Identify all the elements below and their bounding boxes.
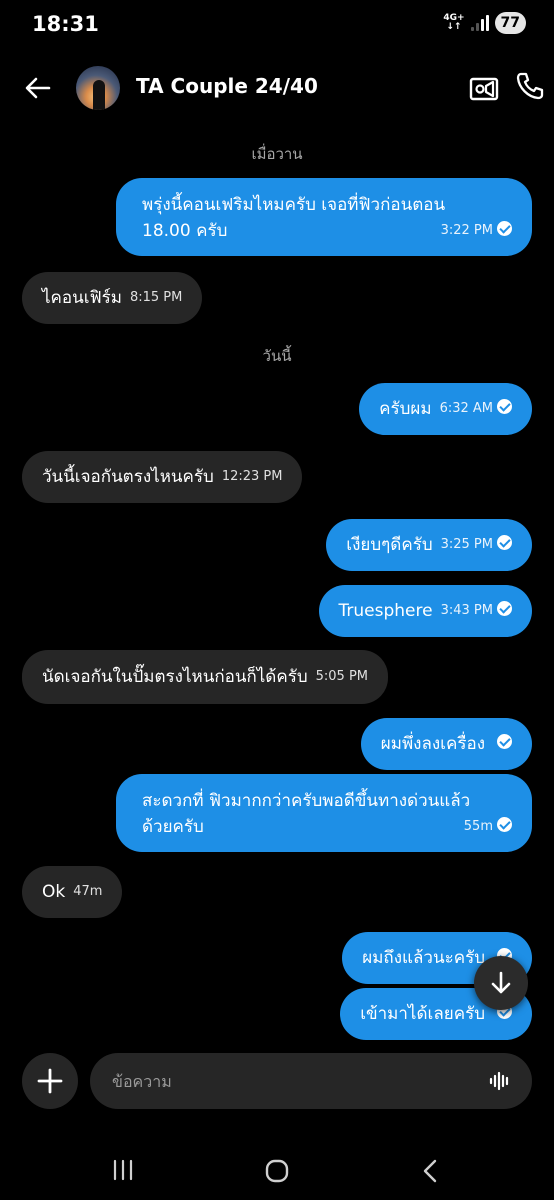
voice-waveform-icon[interactable] — [488, 1069, 512, 1093]
read-check-icon — [497, 221, 512, 236]
message-text: ผมพึ่งลงเครื่อง — [380, 734, 485, 754]
message-time: 8:15 PM — [129, 290, 183, 305]
message-bubble-outgoing[interactable]: ครับผม 6:32 AM — [359, 383, 532, 435]
scroll-to-bottom-button[interactable] — [474, 956, 528, 1010]
status-bar: 18:31 4G+ ↓↑ 77 — [0, 0, 554, 52]
phone-call-icon[interactable] — [514, 70, 546, 102]
message-text: ไคอนเฟิร์ม — [42, 288, 122, 308]
message-time: 55m — [463, 819, 493, 834]
back-arrow-icon[interactable] — [22, 72, 54, 104]
message-list[interactable]: เมื่อวาน พรุ่งนี้คอนเฟริมไหมครับ เจอที่ฟ… — [0, 130, 554, 1040]
home-icon[interactable] — [264, 1158, 290, 1184]
message-text: พรุ่งนี้คอนเฟริมไหมครับ เจอที่ฟิวก่อนตอน — [142, 195, 446, 215]
plus-icon — [37, 1068, 63, 1094]
message-text: Ok — [42, 882, 66, 902]
message-text: เงียบๆดีครับ — [346, 535, 433, 555]
message-text: วันนี้เจอกันตรงไหนครับ — [42, 467, 214, 487]
chat-header: TA Couple 24/40 — [0, 60, 554, 116]
message-time: 3:25 PM — [440, 537, 493, 552]
date-separator: เมื่อวาน — [251, 145, 303, 163]
read-check-icon — [497, 399, 512, 414]
message-time: 12:23 PM — [221, 469, 283, 484]
network-type-icon: 4G+ ↓↑ — [443, 14, 464, 32]
system-nav-bar — [0, 1140, 554, 1200]
message-bubble-outgoing[interactable]: Truesphere 3:43 PM — [318, 585, 532, 637]
video-call-icon[interactable] — [468, 72, 500, 104]
avatar[interactable] — [76, 66, 120, 110]
message-bubble-incoming[interactable]: วันนี้เจอกันตรงไหนครับ 12:23 PM — [22, 451, 303, 503]
status-icons: 4G+ ↓↑ 77 — [443, 12, 526, 34]
message-text: นัดเจอกันในปั๊มตรงไหนก่อนก็ได้ครับ — [42, 667, 308, 687]
message-bubble-incoming[interactable]: ไคอนเฟิร์ม 8:15 PM — [22, 272, 203, 324]
message-text: ผมถึงแล้วนะครับ — [362, 948, 485, 968]
read-check-icon — [497, 734, 512, 749]
recent-apps-icon[interactable] — [110, 1158, 136, 1182]
read-check-icon — [497, 601, 512, 616]
message-input[interactable] — [112, 1053, 482, 1109]
read-check-icon — [497, 535, 512, 550]
battery-icon: 77 — [494, 12, 526, 34]
message-text: Truesphere — [338, 601, 433, 621]
add-attachment-button[interactable] — [22, 1053, 78, 1109]
read-check-icon — [497, 817, 512, 832]
message-text: สะดวกที่ ฟิวมากกว่าครับพอดีขึ้นทางด่วนแล… — [142, 791, 471, 811]
message-composer — [0, 1052, 554, 1112]
signal-icon — [470, 15, 489, 31]
message-time: 3:22 PM — [440, 223, 493, 238]
message-text: ด้วยครับ — [142, 817, 204, 837]
chat-title[interactable]: TA Couple 24/40 — [136, 74, 318, 98]
date-separator: วันนี้ — [262, 347, 292, 365]
network-arrows: ↓↑ — [446, 22, 462, 32]
status-time: 18:31 — [32, 12, 99, 36]
message-text: 18.00 ครับ — [142, 221, 228, 241]
back-nav-icon[interactable] — [418, 1158, 444, 1184]
message-bubble-outgoing[interactable]: พรุ่งนี้คอนเฟริมไหมครับ เจอที่ฟิวก่อนตอน… — [116, 178, 532, 256]
message-time: 6:32 AM — [439, 401, 493, 416]
message-input-box[interactable] — [90, 1053, 532, 1109]
message-text: ครับผม — [379, 399, 432, 419]
arrow-down-icon — [491, 971, 511, 994]
message-bubble-outgoing[interactable]: เงียบๆดีครับ 3:25 PM — [326, 519, 532, 571]
message-bubble-outgoing[interactable]: สะดวกที่ ฟิวมากกว่าครับพอดีขึ้นทางด่วนแล… — [116, 774, 532, 852]
message-bubble-incoming[interactable]: Ok 47m — [22, 866, 123, 918]
message-bubble-incoming[interactable]: นัดเจอกันในปั๊มตรงไหนก่อนก็ได้ครับ 5:05 … — [22, 650, 389, 704]
message-time: 3:43 PM — [440, 603, 493, 618]
message-time: 5:05 PM — [315, 669, 369, 684]
message-text: เข้ามาได้เลยครับ — [360, 1004, 485, 1024]
message-time: 47m — [73, 884, 103, 899]
message-bubble-outgoing[interactable]: ผมพึ่งลงเครื่อง — [360, 718, 532, 770]
